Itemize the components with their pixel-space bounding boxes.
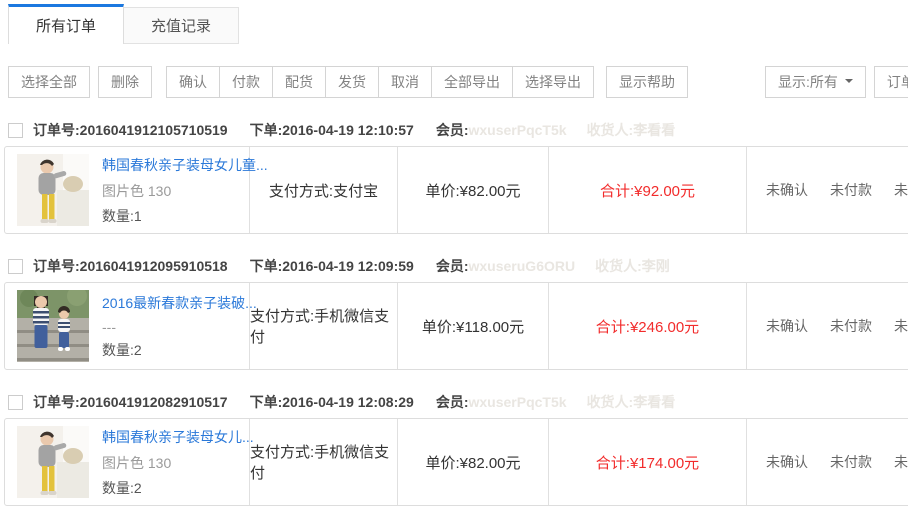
order-card: 韩国春秋亲子装母女儿... 图片色 130 数量:2 支付方式:手机微信支付 单… bbox=[4, 418, 908, 506]
status-unconfirmed[interactable]: 未确认 bbox=[766, 180, 808, 200]
order-block: 订单号:2016041912105710519 下单:2016-04-19 12… bbox=[0, 114, 908, 234]
product-title-link[interactable]: 韩国春秋亲子装母女儿童... bbox=[102, 155, 268, 175]
payment-method: 支付方式:手机微信支付 bbox=[250, 419, 398, 505]
order-header: 订单号:2016041912095910518 下单:2016-04-19 12… bbox=[0, 250, 908, 282]
export-all-button[interactable]: 全部导出 bbox=[432, 66, 513, 98]
tab-recharge-records[interactable]: 充值记录 bbox=[124, 7, 239, 44]
status-unpaid[interactable]: 未付款 bbox=[830, 452, 872, 472]
member-name-watermark: wxuserPqcT5k bbox=[469, 394, 567, 410]
status-unconfirmed[interactable]: 未确认 bbox=[766, 316, 808, 336]
order-checkbox[interactable] bbox=[8, 123, 23, 138]
cancel-button[interactable]: 取消 bbox=[379, 66, 432, 98]
export-selected-button[interactable]: 选择导出 bbox=[513, 66, 594, 98]
payment-method: 支付方式:手机微信支付 bbox=[250, 283, 398, 369]
order-checkbox[interactable] bbox=[8, 259, 23, 274]
order-action-group: 确认 付款 配货 发货 取消 全部导出 选择导出 bbox=[166, 66, 594, 98]
order-header: 订单号:2016041912082910517 下单:2016-04-19 12… bbox=[0, 386, 908, 418]
status-cell: 未确认 未付款 未发货 bbox=[747, 283, 908, 369]
receiver-watermark: 收货人:李看看 bbox=[587, 120, 676, 140]
product-cell: 2016最新春款亲子装破... --- 数量:2 bbox=[5, 283, 250, 369]
order-total: 合计:¥246.00元 bbox=[549, 283, 747, 369]
order-placed-time: 下单:2016-04-19 12:08:29 bbox=[250, 392, 414, 412]
product-photo[interactable] bbox=[17, 154, 89, 226]
status-unpaid[interactable]: 未付款 bbox=[830, 180, 872, 200]
member-name-watermark: wxuserPqcT5k bbox=[469, 122, 567, 138]
status-unconfirmed[interactable]: 未确认 bbox=[766, 452, 808, 472]
member-label: 会员: bbox=[436, 256, 469, 276]
unit-price: 单价:¥82.00元 bbox=[398, 419, 549, 505]
product-photo[interactable] bbox=[17, 290, 89, 362]
order-placed-time: 下单:2016-04-19 12:10:57 bbox=[250, 120, 414, 140]
order-checkbox[interactable] bbox=[8, 395, 23, 410]
order-number: 订单号:2016041912082910517 bbox=[33, 392, 228, 412]
member-label: 会员: bbox=[436, 392, 469, 412]
receiver-watermark: 收货人:李刚 bbox=[595, 256, 670, 276]
product-cell: 韩国春秋亲子装母女儿童... 图片色 130 数量:1 bbox=[5, 147, 250, 233]
product-spec: 图片色 130 bbox=[102, 453, 254, 473]
product-title-link[interactable]: 韩国春秋亲子装母女儿... bbox=[102, 427, 254, 447]
order-number: 订单号:2016041912105710519 bbox=[33, 120, 228, 140]
allocate-button[interactable]: 配货 bbox=[273, 66, 326, 98]
payment-method: 支付方式:支付宝 bbox=[250, 147, 398, 233]
order-header: 订单号:2016041912105710519 下单:2016-04-19 12… bbox=[0, 114, 908, 146]
order-block: 订单号:2016041912082910517 下单:2016-04-19 12… bbox=[0, 386, 908, 506]
product-quantity: 数量:2 bbox=[102, 478, 254, 498]
receiver-watermark: 收货人:李看看 bbox=[587, 392, 676, 412]
order-card: 韩国春秋亲子装母女儿童... 图片色 130 数量:1 支付方式:支付宝 单价:… bbox=[4, 146, 908, 234]
order-total: 合计:¥92.00元 bbox=[549, 147, 747, 233]
product-quantity: 数量:2 bbox=[102, 340, 257, 360]
select-all-button[interactable]: 选择全部 bbox=[8, 66, 90, 98]
product-info: 韩国春秋亲子装母女儿... 图片色 130 数量:2 bbox=[102, 427, 254, 498]
order-number-dropdown[interactable]: 订单编号 bbox=[874, 66, 908, 98]
unit-price: 单价:¥118.00元 bbox=[398, 283, 549, 369]
order-number: 订单号:2016041912095910518 bbox=[33, 256, 228, 276]
tab-all-orders[interactable]: 所有订单 bbox=[8, 4, 124, 44]
order-total: 合计:¥174.00元 bbox=[549, 419, 747, 505]
product-quantity: 数量:1 bbox=[102, 206, 268, 226]
unit-price: 单价:¥82.00元 bbox=[398, 147, 549, 233]
pay-button[interactable]: 付款 bbox=[220, 66, 273, 98]
status-unshipped[interactable]: 未发货 bbox=[894, 452, 908, 472]
product-cell: 韩国春秋亲子装母女儿... 图片色 130 数量:2 bbox=[5, 419, 250, 505]
toolbar: 选择全部 删除 确认 付款 配货 发货 取消 全部导出 选择导出 显示帮助 显示… bbox=[8, 64, 908, 100]
member-label: 会员: bbox=[436, 120, 469, 140]
show-help-button[interactable]: 显示帮助 bbox=[606, 66, 688, 98]
order-number-label: 订单编号 bbox=[887, 72, 908, 92]
product-info: 韩国春秋亲子装母女儿童... 图片色 130 数量:1 bbox=[102, 155, 268, 226]
ship-button[interactable]: 发货 bbox=[326, 66, 379, 98]
delete-button[interactable]: 删除 bbox=[98, 66, 152, 98]
status-unpaid[interactable]: 未付款 bbox=[830, 316, 872, 336]
product-photo[interactable] bbox=[17, 426, 89, 498]
status-cell: 未确认 未付款 未发货 bbox=[747, 147, 908, 233]
member-name-watermark: wxuseruG6ORU bbox=[469, 258, 576, 274]
display-filter-label: 显示:所有 bbox=[778, 72, 838, 92]
product-spec: --- bbox=[102, 319, 257, 335]
status-unshipped[interactable]: 未发货 bbox=[894, 180, 908, 200]
product-spec: 图片色 130 bbox=[102, 181, 268, 201]
display-filter-dropdown[interactable]: 显示:所有 bbox=[765, 66, 866, 98]
order-placed-time: 下单:2016-04-19 12:09:59 bbox=[250, 256, 414, 276]
product-title-link[interactable]: 2016最新春款亲子装破... bbox=[102, 293, 257, 313]
order-list: 订单号:2016041912105710519 下单:2016-04-19 12… bbox=[0, 114, 908, 506]
status-unshipped[interactable]: 未发货 bbox=[894, 316, 908, 336]
product-info: 2016最新春款亲子装破... --- 数量:2 bbox=[102, 293, 257, 360]
order-card: 2016最新春款亲子装破... --- 数量:2 支付方式:手机微信支付 单价:… bbox=[4, 282, 908, 370]
order-block: 订单号:2016041912095910518 下单:2016-04-19 12… bbox=[0, 250, 908, 370]
tab-bar: 所有订单 充值记录 bbox=[0, 4, 908, 44]
chevron-down-icon bbox=[845, 79, 853, 87]
confirm-button[interactable]: 确认 bbox=[166, 66, 220, 98]
status-cell: 未确认 未付款 未发货 bbox=[747, 419, 908, 505]
